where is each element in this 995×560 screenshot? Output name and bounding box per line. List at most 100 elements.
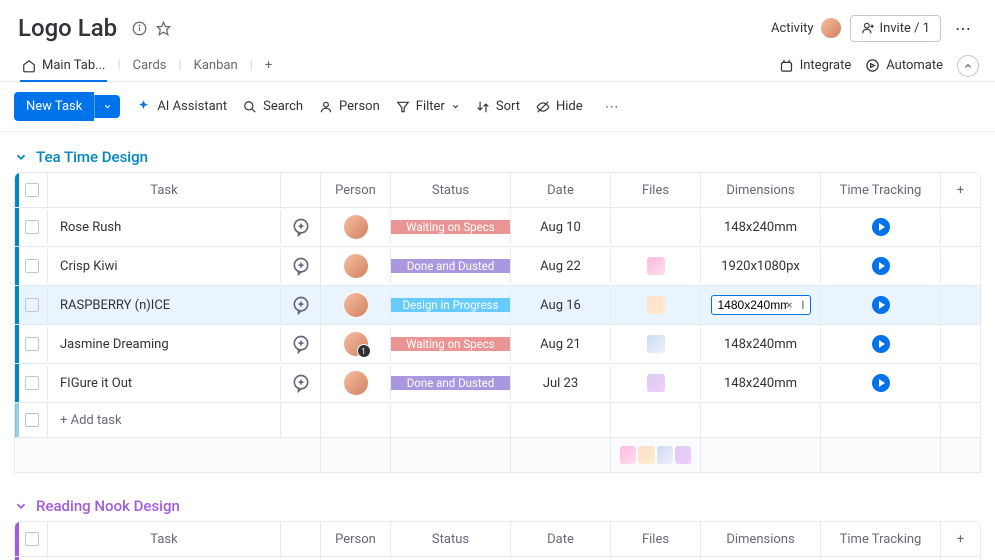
tab-cards[interactable]: Cards xyxy=(123,50,177,81)
date-cell[interactable]: Aug 10 xyxy=(510,210,610,244)
task-name[interactable]: Jasmine Dreaming xyxy=(47,327,280,361)
star-icon[interactable] xyxy=(155,20,171,36)
table-row[interactable]: Jasmine Dreaming Waiting on Specs Aug 21… xyxy=(15,324,980,363)
file-thumbnail[interactable] xyxy=(647,335,665,353)
col-status[interactable]: Status xyxy=(390,173,510,207)
col-date[interactable]: Date xyxy=(510,173,610,207)
info-icon[interactable] xyxy=(131,20,147,36)
col-files[interactable]: Files xyxy=(610,522,700,556)
files-cell[interactable] xyxy=(610,249,700,283)
row-checkbox[interactable] xyxy=(25,298,39,312)
activity-link[interactable]: Activity xyxy=(771,17,842,39)
play-icon[interactable] xyxy=(872,335,890,353)
col-time[interactable]: Time Tracking xyxy=(820,173,940,207)
add-comment-button[interactable] xyxy=(280,210,320,244)
dimensions-cell[interactable]: 148x240mm xyxy=(700,327,820,361)
person-avatar[interactable] xyxy=(343,253,369,279)
files-cell[interactable] xyxy=(610,210,700,244)
date-cell[interactable]: Aug 22 xyxy=(510,249,610,283)
person-avatar[interactable] xyxy=(343,214,369,240)
status-cell[interactable]: Design in Progress xyxy=(391,298,510,312)
time-tracking-cell[interactable] xyxy=(820,210,940,244)
dimensions-cell[interactable]: 148x240mm xyxy=(700,366,820,400)
play-icon[interactable] xyxy=(872,296,890,314)
play-icon[interactable] xyxy=(872,218,890,236)
person-avatar[interactable] xyxy=(343,331,369,357)
row-checkbox[interactable] xyxy=(25,376,39,390)
time-tracking-cell[interactable] xyxy=(820,288,940,322)
add-comment-button[interactable] xyxy=(280,288,320,322)
automate-button[interactable]: Automate xyxy=(865,58,943,73)
tab-kanban[interactable]: Kanban xyxy=(184,50,248,81)
invite-button[interactable]: Invite / 1 xyxy=(850,15,941,42)
new-task-button[interactable]: New Task xyxy=(14,92,120,121)
dimensions-cell[interactable]: ×I xyxy=(700,288,820,322)
files-cell[interactable] xyxy=(610,288,700,322)
col-person[interactable]: Person xyxy=(320,173,390,207)
col-task[interactable]: Task xyxy=(47,173,280,207)
add-comment-button[interactable] xyxy=(280,249,320,283)
row-checkbox[interactable] xyxy=(25,413,39,427)
row-checkbox[interactable] xyxy=(25,337,39,351)
file-thumbnail[interactable] xyxy=(647,296,665,314)
col-person[interactable]: Person xyxy=(320,522,390,556)
files-cell[interactable] xyxy=(610,366,700,400)
sort-button[interactable]: Sort xyxy=(476,99,520,114)
time-tracking-cell[interactable] xyxy=(820,249,940,283)
add-column-button[interactable]: + xyxy=(940,173,980,207)
add-comment-button[interactable] xyxy=(280,366,320,400)
status-cell[interactable]: Waiting on Specs xyxy=(391,220,510,234)
table-row[interactable]: Design 1 Waiting on Specs Aug 30 148x240… xyxy=(15,556,980,560)
search-button[interactable]: Search xyxy=(243,99,303,114)
add-tab-button[interactable]: + xyxy=(255,50,282,81)
col-time[interactable]: Time Tracking xyxy=(820,522,940,556)
dimensions-cell[interactable]: 1920x1080px xyxy=(700,249,820,283)
row-checkbox[interactable] xyxy=(25,259,39,273)
status-cell[interactable]: Waiting on Specs xyxy=(391,337,510,351)
file-thumbnail[interactable] xyxy=(647,257,665,275)
more-icon[interactable]: ⋯ xyxy=(949,15,977,42)
col-task[interactable]: Task xyxy=(47,522,280,556)
integrate-button[interactable]: Integrate xyxy=(779,58,852,73)
col-dimensions[interactable]: Dimensions xyxy=(700,173,820,207)
collapse-icon[interactable] xyxy=(957,55,979,77)
tab-main-table[interactable]: Main Tab... xyxy=(12,50,115,81)
file-thumbnail[interactable] xyxy=(647,374,665,392)
col-files[interactable]: Files xyxy=(610,173,700,207)
filter-button[interactable]: Filter xyxy=(396,99,460,114)
person-avatar[interactable] xyxy=(343,292,369,318)
date-cell[interactable]: Aug 21 xyxy=(510,327,610,361)
clear-icon[interactable]: × xyxy=(786,298,792,312)
chevron-down-icon[interactable] xyxy=(94,95,120,118)
task-name[interactable]: Crisp Kiwi xyxy=(47,249,280,283)
play-icon[interactable] xyxy=(872,374,890,392)
add-column-button[interactable]: + xyxy=(940,522,980,556)
person-avatar[interactable] xyxy=(343,370,369,396)
table-row[interactable]: FIGure it Out Done and Dusted Jul 23 148… xyxy=(15,363,980,402)
time-tracking-cell[interactable] xyxy=(820,366,940,400)
dimensions-cell[interactable]: 148x240mm xyxy=(700,210,820,244)
table-row[interactable]: Rose Rush Waiting on Specs Aug 10 148x24… xyxy=(15,207,980,246)
hide-button[interactable]: Hide xyxy=(536,99,583,114)
task-name[interactable]: FIGure it Out xyxy=(47,366,280,400)
status-cell[interactable]: Done and Dusted xyxy=(391,376,510,390)
row-checkbox[interactable] xyxy=(25,220,39,234)
select-all-checkbox[interactable] xyxy=(25,532,39,546)
files-cell[interactable] xyxy=(610,327,700,361)
col-status[interactable]: Status xyxy=(390,522,510,556)
col-dimensions[interactable]: Dimensions xyxy=(700,522,820,556)
add-task-button[interactable]: + Add task xyxy=(47,403,280,437)
status-cell[interactable]: Done and Dusted xyxy=(391,259,510,273)
dimensions-input[interactable] xyxy=(711,295,811,315)
time-tracking-cell[interactable] xyxy=(820,327,940,361)
group-header-reading-nook[interactable]: Reading Nook Design xyxy=(14,491,981,521)
person-filter-button[interactable]: Person xyxy=(319,99,380,114)
toolbar-more-icon[interactable]: ⋯ xyxy=(599,95,625,119)
date-cell[interactable]: Aug 16 xyxy=(510,288,610,322)
col-date[interactable]: Date xyxy=(510,522,610,556)
table-row[interactable]: RASPBERRY (n)ICE Design in Progress Aug … xyxy=(15,285,980,324)
task-name[interactable]: RASPBERRY (n)ICE xyxy=(47,288,280,322)
date-cell[interactable]: Jul 23 xyxy=(510,366,610,400)
play-icon[interactable] xyxy=(872,257,890,275)
select-all-checkbox[interactable] xyxy=(25,183,39,197)
